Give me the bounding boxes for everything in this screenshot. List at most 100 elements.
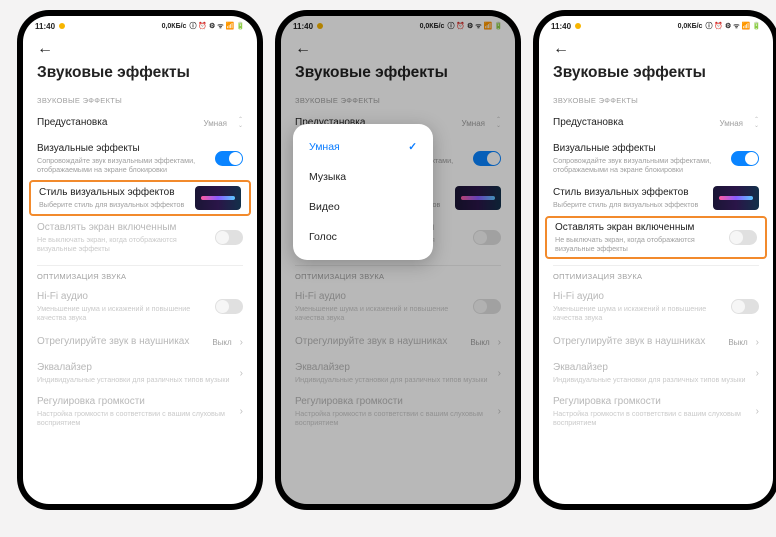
status-icons: ⓘ ⏰ ⚙ ᯤ 📶 🔋	[705, 21, 761, 31]
status-dot-icon	[575, 23, 581, 29]
hifi-sub: Уменьшение шума и искажений и повышение …	[37, 304, 207, 322]
hifi-title: Hi-Fi аудио	[553, 291, 723, 304]
eq-row[interactable]: Эквалайзер Индивидуальные установки для …	[23, 356, 257, 390]
eq-title: Эквалайзер	[37, 362, 232, 375]
style-title: Стиль визуальных эффектов	[39, 187, 187, 200]
preset-value: Умная	[204, 119, 227, 128]
opt-label: Умная	[309, 141, 340, 153]
eq-row[interactable]: ЭквалайзерИндивидуальные установки для р…	[539, 356, 773, 390]
keepon-title: Оставлять экран включенным	[555, 222, 721, 235]
back-button[interactable]: ←	[37, 40, 53, 58]
style-thumbnail	[195, 186, 241, 210]
section-sound-effects: ЗВУКОВЫЕ ЭФФЕКТЫ	[23, 92, 257, 109]
headphones-title: Отрегулируйте звук в наушниках	[553, 336, 720, 349]
phone-1: 11:40 0,0КБ/сⓘ ⏰ ⚙ ᯤ 📶 🔋 ← Звуковые эффе…	[17, 10, 263, 510]
opt-label: Видео	[309, 201, 340, 213]
preset-label: Предустановка	[37, 117, 196, 130]
preset-row[interactable]: Предустановка Умная ⌃⌄	[23, 109, 257, 137]
volume-row[interactable]: Регулировка громкости Настройка громкост…	[23, 390, 257, 433]
hifi-row[interactable]: Hi-Fi аудио Уменьшение шума и искажений …	[23, 285, 257, 328]
visual-sub: Сопровождайте звук визуальными эффектами…	[553, 156, 723, 174]
visual-effects-toggle[interactable]	[215, 151, 243, 166]
visual-style-row[interactable]: Стиль визуальных эффектов Выберите стиль…	[29, 180, 251, 216]
modal-overlay[interactable]: Умная ✓ Музыка Видео Голос	[281, 16, 515, 504]
keep-screen-toggle[interactable]	[729, 230, 757, 245]
eq-sub: Индивидуальные установки для различных т…	[37, 375, 232, 384]
chevron-right-icon: ›	[240, 368, 243, 379]
net-speed: 0,0КБ/с	[678, 23, 703, 30]
chevron-right-icon: ›	[756, 368, 759, 379]
page-title: Звуковые эффекты	[539, 62, 773, 92]
opt-label: Музыка	[309, 171, 346, 183]
check-icon: ✓	[408, 141, 417, 153]
screen-1: 11:40 0,0КБ/сⓘ ⏰ ⚙ ᯤ 📶 🔋 ← Звуковые эффе…	[23, 16, 257, 504]
style-sub: Выберите стиль для визуальных эффектов	[553, 200, 705, 209]
keepon-sub: Не выключать экран, когда отображаются в…	[555, 235, 721, 253]
popup-option-video[interactable]: Видео	[293, 192, 433, 222]
status-icons: ⓘ ⏰ ⚙ ᯤ 📶 🔋	[189, 21, 245, 31]
volume-row[interactable]: Регулировка громкостиНастройка громкости…	[539, 390, 773, 433]
net-speed: 0,0КБ/с	[162, 23, 187, 30]
keep-screen-row[interactable]: Оставлять экран включенным Не выключать …	[23, 216, 257, 259]
phone-2: 11:40 0,0КБ/сⓘ ⏰ ⚙ ᯤ 📶 🔋 ← Звуковые эффе…	[275, 10, 521, 510]
divider	[553, 265, 759, 266]
headphones-title: Отрегулируйте звук в наушниках	[37, 336, 204, 349]
volume-sub: Настройка громкости в соответствии с ваш…	[37, 409, 232, 427]
hifi-sub: Уменьшение шума и искажений и повышение …	[553, 304, 723, 322]
phone-3: 11:40 0,0КБ/сⓘ ⏰ ⚙ ᯤ 📶 🔋 ← Звуковые эффе…	[533, 10, 776, 510]
hifi-toggle[interactable]	[215, 299, 243, 314]
eq-sub: Индивидуальные установки для различных т…	[553, 375, 748, 384]
status-dot-icon	[59, 23, 65, 29]
page-title: Звуковые эффекты	[23, 62, 257, 92]
style-thumbnail	[713, 186, 759, 210]
preset-value: Умная	[720, 119, 743, 128]
style-sub: Выберите стиль для визуальных эффектов	[39, 200, 187, 209]
divider	[37, 265, 243, 266]
volume-sub: Настройка громкости в соответствии с ваш…	[553, 409, 748, 427]
section-optimization: ОПТИМИЗАЦИЯ ЗВУКА	[539, 268, 773, 285]
hifi-toggle[interactable]	[731, 299, 759, 314]
visual-effects-toggle[interactable]	[731, 151, 759, 166]
preset-popup: Умная ✓ Музыка Видео Голос	[293, 124, 433, 260]
visual-title: Визуальные эффекты	[553, 143, 723, 156]
screen-2: 11:40 0,0КБ/сⓘ ⏰ ⚙ ᯤ 📶 🔋 ← Звуковые эффе…	[281, 16, 515, 504]
visual-style-row[interactable]: Стиль визуальных эффектовВыберите стиль …	[539, 180, 773, 216]
volume-title: Регулировка громкости	[553, 396, 748, 409]
visual-effects-row[interactable]: Визуальные эффектыСопровождайте звук виз…	[539, 137, 773, 180]
keep-screen-row[interactable]: Оставлять экран включеннымНе выключать э…	[545, 216, 767, 259]
visual-effects-row[interactable]: Визуальные эффекты Сопровождайте звук ви…	[23, 137, 257, 180]
updown-icon: ⌃⌄	[754, 117, 759, 129]
clock: 11:40	[35, 22, 55, 31]
chevron-right-icon: ›	[240, 406, 243, 417]
updown-icon: ⌃⌄	[238, 117, 243, 129]
visual-sub: Сопровождайте звук визуальными эффектами…	[37, 156, 207, 174]
popup-option-music[interactable]: Музыка	[293, 162, 433, 192]
opt-label: Голос	[309, 231, 337, 243]
keepon-sub: Не выключать экран, когда отображаются в…	[37, 235, 207, 253]
chevron-right-icon: ›	[240, 337, 243, 348]
section-optimization: ОПТИМИЗАЦИЯ ЗВУКА	[23, 268, 257, 285]
hifi-title: Hi-Fi аудио	[37, 291, 207, 304]
popup-option-smart[interactable]: Умная ✓	[293, 132, 433, 162]
headphones-row[interactable]: Отрегулируйте звук в наушниках Выкл ›	[539, 328, 773, 356]
chevron-right-icon: ›	[756, 337, 759, 348]
clock: 11:40	[551, 22, 571, 31]
section-sound-effects: ЗВУКОВЫЕ ЭФФЕКТЫ	[539, 92, 773, 109]
eq-title: Эквалайзер	[553, 362, 748, 375]
preset-row[interactable]: Предустановка Умная ⌃⌄	[539, 109, 773, 137]
chevron-right-icon: ›	[756, 406, 759, 417]
keepon-title: Оставлять экран включенным	[37, 222, 207, 235]
status-bar: 11:40 0,0КБ/сⓘ ⏰ ⚙ ᯤ 📶 🔋	[539, 16, 773, 36]
hifi-row[interactable]: Hi-Fi аудиоУменьшение шума и искажений и…	[539, 285, 773, 328]
status-bar: 11:40 0,0КБ/сⓘ ⏰ ⚙ ᯤ 📶 🔋	[23, 16, 257, 36]
preset-label: Предустановка	[553, 117, 712, 130]
headphones-row[interactable]: Отрегулируйте звук в наушниках Выкл ›	[23, 328, 257, 356]
style-title: Стиль визуальных эффектов	[553, 187, 705, 200]
back-button[interactable]: ←	[553, 40, 569, 58]
volume-title: Регулировка громкости	[37, 396, 232, 409]
headphones-value: Выкл	[212, 338, 231, 347]
popup-option-voice[interactable]: Голос	[293, 222, 433, 252]
keep-screen-toggle[interactable]	[215, 230, 243, 245]
headphones-value: Выкл	[728, 338, 747, 347]
visual-title: Визуальные эффекты	[37, 143, 207, 156]
